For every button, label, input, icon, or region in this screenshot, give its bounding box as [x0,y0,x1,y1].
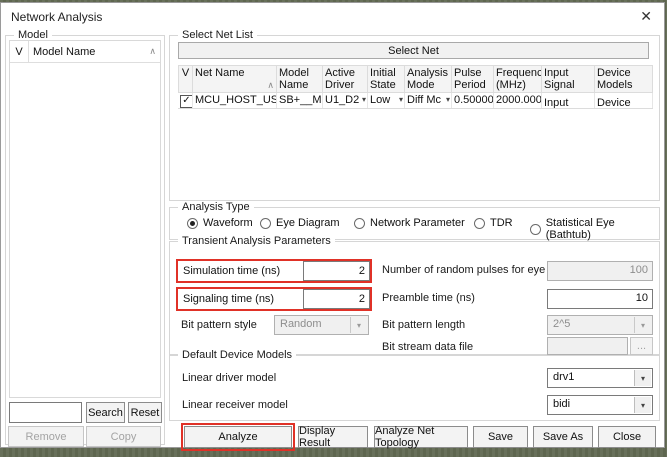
preamble-time-input[interactable]: 10 [547,289,653,309]
bit-pattern-length-combo[interactable]: 2^5 ▾ [547,315,653,335]
simulation-time-input[interactable]: 2 [303,261,370,281]
sort-asc-icon: ∧ [149,46,156,57]
save-as-button[interactable]: Save As [533,426,593,448]
model-col-name[interactable]: Model Name ∧ [29,41,160,62]
col-active-driver-pin[interactable]: Active Driver Pin [323,65,368,93]
chevron-down-icon[interactable]: ▾ [634,397,651,413]
close-button[interactable]: Close [598,426,656,448]
copy-button[interactable]: Copy [86,426,161,447]
save-button[interactable]: Save [473,426,528,448]
chevron-down-icon[interactable]: ▾ [350,317,367,333]
remove-button[interactable]: Remove [8,426,84,447]
default-device-models-group: Default Device Models Linear driver mode… [169,355,660,421]
row-frequency: 2000.0000 [494,93,542,108]
browse-button[interactable]: ... [630,337,653,355]
radio-tdr[interactable]: TDR [474,217,513,229]
model-col-v[interactable]: V [10,41,29,62]
col-initial-state[interactable]: Initial State [368,65,405,93]
random-pulses-input[interactable]: 100 [547,261,653,281]
col-frequency[interactable]: Frequency (MHz) [494,65,542,93]
radio-waveform[interactable]: Waveform [187,217,253,229]
col-model-name[interactable]: Model Name [277,65,323,93]
default-device-models-label: Default Device Models [178,349,296,361]
net-table-header: V Net Name ∧ Model Name Active Driver Pi… [178,65,653,93]
row-checkbox-cell: ✓ [178,93,193,108]
row-model-name: SB+__MC [277,93,323,108]
row-checkbox[interactable]: ✓ [180,95,193,108]
model-group: Model V Model Name ∧ Search Reset Remove… [5,35,165,445]
col-v[interactable]: V [178,65,193,93]
radio-icon [187,218,198,229]
col-net-name[interactable]: Net Name ∧ [193,65,277,93]
radio-network-parameter[interactable]: Network Parameter [354,217,465,229]
col-device-models[interactable]: Device Models [595,65,653,93]
model-search-input[interactable] [9,402,82,423]
bit-pattern-style-label: Bit pattern style [181,319,257,331]
chevron-down-icon[interactable]: ▾ [446,95,450,104]
chevron-down-icon[interactable]: ▾ [634,370,651,386]
select-net-list-group: Select Net List Select Net V Net Name ∧ … [169,35,660,201]
chevron-down-icon[interactable]: ▾ [399,95,403,104]
net-table-row[interactable]: ✓ MCU_HOST_USB SB+__MC U1_D2 ▾ Low ▾ Dif… [178,93,653,109]
model-list-header: V Model Name ∧ [10,41,160,63]
net-table: Select Net V Net Name ∧ Model Name Activ… [175,40,654,196]
sort-asc-icon: ∧ [267,79,274,91]
preamble-time-label: Preamble time (ns) [382,292,475,304]
window-title: Network Analysis [11,10,102,24]
chevron-down-icon[interactable]: ▾ [634,317,651,333]
row-device-models: Device [595,93,653,108]
linear-driver-model-label: Linear driver model [182,372,276,384]
network-analysis-dialog: Network Analysis ✕ Model V Model Name ∧ … [0,2,665,448]
analysis-type-label: Analysis Type [178,201,254,213]
row-net-name: MCU_HOST_USB [193,93,277,108]
reset-button[interactable]: Reset [128,402,162,423]
bit-pattern-length-label: Bit pattern length [382,319,465,331]
radio-icon [354,218,365,229]
row-initial-state-combo[interactable]: Low ▾ [368,93,405,108]
close-icon[interactable]: ✕ [640,8,652,25]
signaling-time-field: Signaling time (ns) 2 [176,287,372,311]
radio-icon [260,218,271,229]
transient-group: Transient Analysis Parameters Simulation… [169,241,660,355]
signaling-time-input[interactable]: 2 [303,289,370,309]
titlebar: Network Analysis ✕ [1,3,664,31]
linear-receiver-model-label: Linear receiver model [182,399,288,411]
col-input-signal[interactable]: Input Signal [542,65,595,93]
row-pulse-period: 0.50000 [452,93,494,108]
radio-icon [474,218,485,229]
row-analysis-mode-combo[interactable]: Diff Mc ▾ [405,93,452,108]
select-net-header-button[interactable]: Select Net [178,42,649,59]
analyze-button[interactable]: Analyze [184,426,292,448]
radio-statistical-eye[interactable]: Statistical Eye (Bathtub) [530,217,659,241]
chevron-down-icon[interactable]: ▾ [362,95,366,104]
linear-receiver-model-combo[interactable]: bidi ▾ [547,395,653,415]
signaling-time-label: Signaling time (ns) [178,289,303,309]
model-list[interactable]: V Model Name ∧ [9,40,161,398]
row-input-signal: Input [542,93,595,108]
search-button[interactable]: Search [86,402,125,423]
row-active-driver-pin-combo[interactable]: U1_D2 ▾ [323,93,368,108]
radio-eye-diagram[interactable]: Eye Diagram [260,217,340,229]
display-result-button[interactable]: Display Result [298,426,368,448]
analyze-net-topology-button[interactable]: Analyze Net Topology [374,426,468,448]
bit-stream-file-label: Bit stream data file [382,341,473,353]
linear-driver-model-combo[interactable]: drv1 ▾ [547,368,653,388]
col-pulse-period[interactable]: Pulse Period [452,65,494,93]
bit-pattern-style-combo[interactable]: Random ▾ [274,315,369,335]
bit-stream-file-input[interactable] [547,337,628,355]
simulation-time-field: Simulation time (ns) 2 [176,259,372,283]
transient-label: Transient Analysis Parameters [178,235,335,247]
col-analysis-mode[interactable]: Analysis Mode [405,65,452,93]
simulation-time-label: Simulation time (ns) [178,261,303,281]
radio-icon [530,224,541,235]
random-pulses-label: Number of random pulses for eye [382,264,545,276]
